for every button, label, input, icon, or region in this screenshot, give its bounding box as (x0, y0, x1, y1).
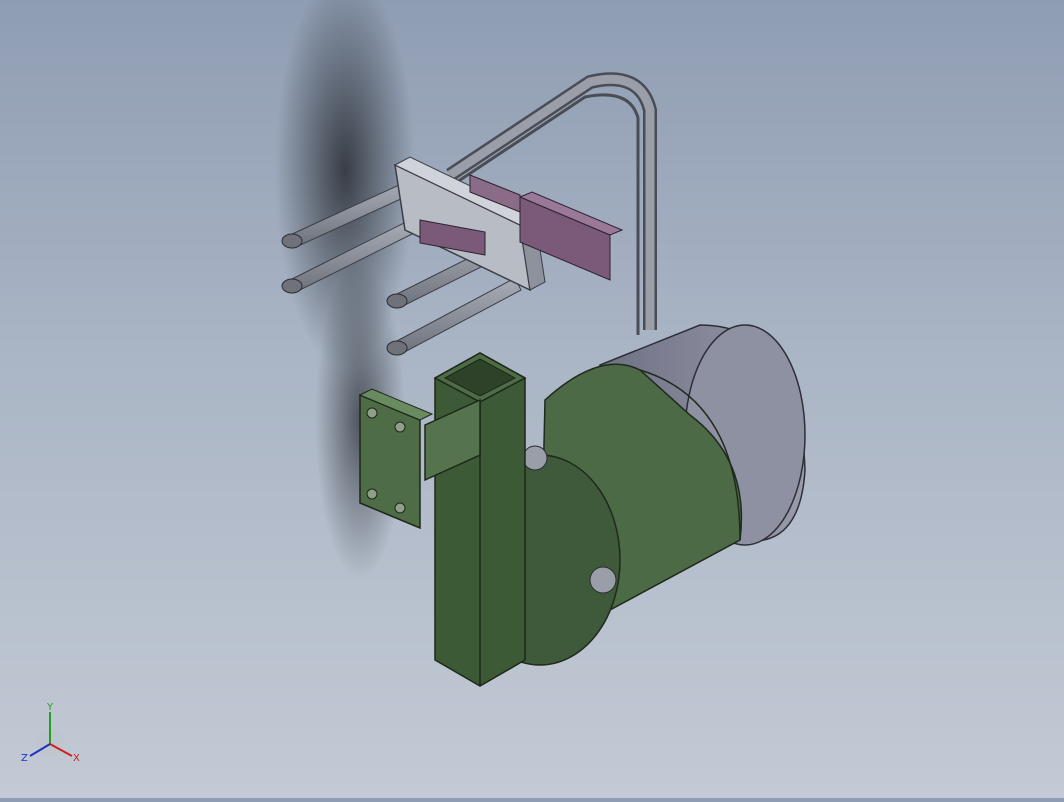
x-axis-label: X (73, 753, 80, 764)
y-axis-label: Y (46, 702, 54, 713)
3d-model-viewport[interactable] (0, 0, 1064, 798)
z-axis-label: Z (21, 753, 28, 764)
orientation-triad: Y X Z (16, 700, 86, 770)
